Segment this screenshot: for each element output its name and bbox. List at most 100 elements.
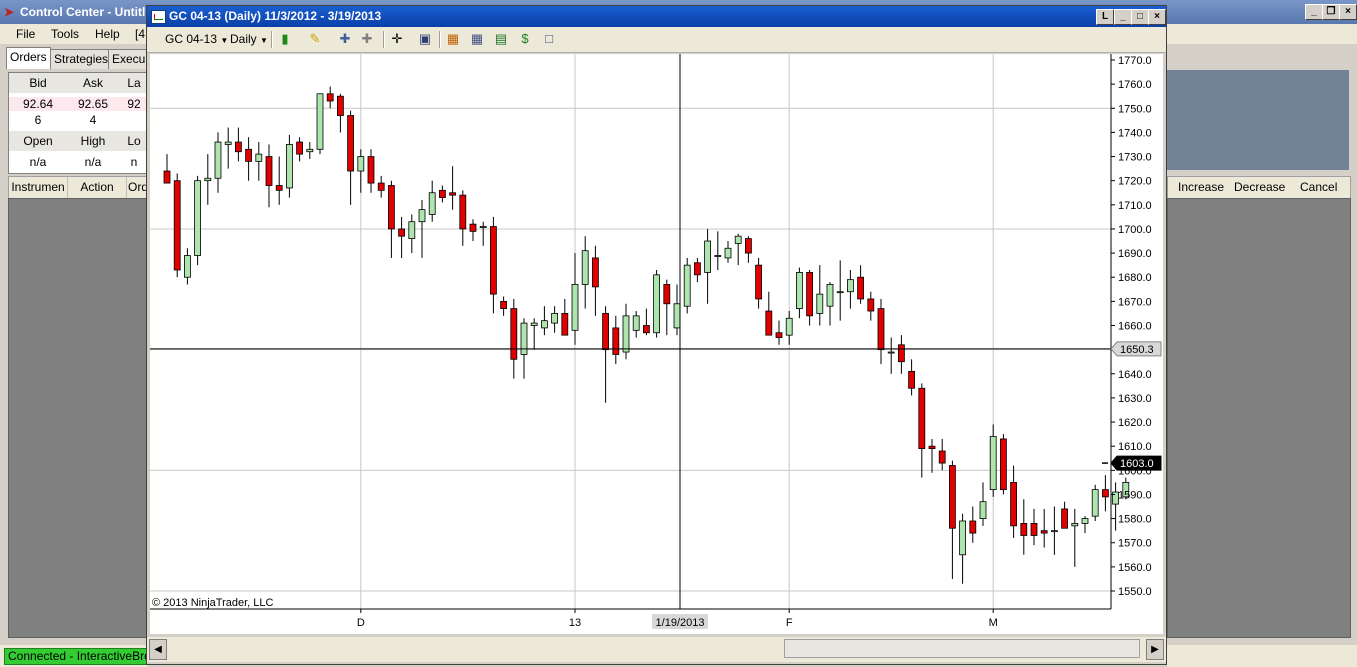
tab-strategies[interactable]: Strategies — [50, 49, 113, 69]
y-tick-label: 1770.0 — [1118, 55, 1152, 67]
scroll-thumb[interactable] — [784, 639, 1140, 658]
scroll-right-icon[interactable]: ▶ — [1146, 639, 1164, 660]
menu-file[interactable]: File — [16, 27, 35, 41]
link-icon[interactable]: L — [1096, 9, 1114, 25]
crosshair-icon[interactable]: ✛ — [389, 31, 405, 47]
menu-workspace[interactable]: [4 — [135, 27, 145, 41]
templates-icon[interactable]: □ — [541, 31, 557, 47]
candle-down — [347, 115, 355, 172]
candle-down — [969, 520, 977, 534]
candle-up — [989, 436, 997, 491]
zoom-out-icon[interactable]: ✚ — [359, 31, 375, 47]
open-header: Open — [9, 131, 67, 151]
menu-help[interactable]: Help — [95, 27, 120, 41]
data-box-icon[interactable]: ▣ — [417, 31, 433, 47]
y-tick-label: 1740.0 — [1118, 127, 1152, 139]
candle-down — [489, 226, 497, 295]
candle-up — [194, 180, 201, 256]
candle-up — [673, 303, 681, 329]
candle-down — [1020, 523, 1028, 536]
restore-icon[interactable]: ❐ — [1322, 4, 1340, 20]
candle-down — [694, 262, 701, 276]
time-axis-area — [150, 609, 1111, 634]
crosshair-date-label: 1/19/2013 — [656, 617, 705, 629]
cancel-button[interactable]: Cancel — [1300, 180, 1337, 194]
period-selector[interactable]: Daily ▼ — [230, 32, 268, 46]
y-tick-label: 1730.0 — [1118, 152, 1152, 164]
col-action[interactable]: Action — [68, 177, 127, 198]
candle-down — [949, 465, 956, 529]
chart-titlebar[interactable]: GC 04-13 (Daily) 11/3/2012 - 3/19/2013 L… — [147, 6, 1166, 27]
candle-down — [367, 156, 375, 184]
y-tick-label: 1750.0 — [1118, 103, 1152, 115]
candle-down — [398, 228, 406, 237]
candle-up — [714, 255, 722, 257]
candle-up — [653, 274, 661, 334]
tab-executions[interactable]: Execu — [108, 49, 150, 69]
chart-toolbar: GC 04-13 ▼ Daily ▼ ▮ ✎ ✚ ✚ ✛ ▣ ▦ ▦ ▤ $ □ — [147, 27, 1166, 53]
candle-down — [898, 344, 905, 363]
maximize-icon[interactable]: □ — [1131, 9, 1149, 25]
chart-properties-icon[interactable]: ▤ — [493, 31, 509, 47]
candle-down — [755, 264, 762, 300]
orders-grid-right[interactable] — [1167, 198, 1351, 638]
decrease-button[interactable]: Decrease — [1234, 180, 1285, 194]
orders-grid-header: Instrumen Action Ord — [8, 176, 150, 199]
orders-grid[interactable] — [8, 198, 150, 638]
indicators-icon[interactable]: ▦ — [445, 31, 461, 47]
close-icon[interactable]: × — [1339, 4, 1357, 20]
candle-down — [745, 238, 752, 254]
y-tick-label: 1760.0 — [1118, 79, 1152, 91]
candle-down — [1000, 438, 1007, 491]
candle-down — [928, 445, 936, 449]
horizontal-scrollbar[interactable]: ◀ ▶ — [147, 637, 1166, 662]
zoom-in-icon[interactable]: ✚ — [337, 31, 353, 47]
scroll-left-icon[interactable]: ◀ — [149, 639, 167, 660]
candle-down — [1010, 481, 1017, 527]
price-chart[interactable]: 1550.01560.01570.01580.01590.01600.01610… — [150, 54, 1163, 634]
candle-up — [836, 291, 844, 294]
quote-panel: Bid Ask La 92.64 92.65 92 6 4 Open High … — [8, 72, 150, 174]
y-tick-label: 1610.0 — [1118, 441, 1152, 453]
minimize-icon[interactable]: _ — [1305, 4, 1323, 20]
minimize-icon[interactable]: _ — [1114, 9, 1132, 25]
toolbar-separator — [271, 31, 273, 48]
candle-up — [520, 322, 528, 355]
candle-down — [469, 223, 477, 232]
candle-down — [296, 141, 304, 155]
drawing-tool-icon[interactable]: ✎ — [307, 31, 323, 47]
toolbar-separator — [439, 31, 441, 48]
tab-orders[interactable]: Orders — [6, 47, 51, 69]
last-header: La — [119, 73, 149, 93]
candle-down — [1040, 530, 1048, 534]
increase-button[interactable]: Increase — [1178, 180, 1224, 194]
orders-actions-header: Increase Decrease Cancel — [1167, 176, 1351, 199]
chart-style-icon[interactable]: ▮ — [277, 31, 293, 47]
candle-down — [602, 313, 610, 351]
chart-trader-icon[interactable]: $ — [517, 31, 533, 47]
open-value: n/a — [29, 155, 47, 169]
menu-tools[interactable]: Tools — [51, 27, 79, 41]
high-value: n/a — [84, 155, 102, 169]
candle-down — [877, 308, 885, 351]
chevron-down-icon: ▼ — [220, 36, 229, 45]
candle-down — [806, 271, 813, 317]
close-icon[interactable]: × — [1148, 9, 1166, 25]
x-tick-label: F — [786, 617, 793, 629]
candle-down — [449, 192, 457, 196]
ask-header: Ask — [67, 73, 119, 93]
candle-up — [540, 320, 548, 329]
candle-down — [1102, 489, 1109, 498]
y-tick-label: 1680.0 — [1118, 272, 1152, 284]
col-instrument[interactable]: Instrumen — [9, 177, 68, 198]
candle-down — [336, 95, 344, 116]
control-center-right-panel — [1167, 70, 1349, 170]
chart-window: GC 04-13 (Daily) 11/3/2012 - 3/19/2013 L… — [146, 5, 1167, 665]
candle-up — [184, 255, 191, 278]
strategies-icon[interactable]: ▦ — [469, 31, 485, 47]
candle-up — [816, 293, 824, 314]
instrument-selector[interactable]: GC 04-13 ▼ — [165, 32, 228, 46]
last-price-label: 1603.0 — [1120, 458, 1154, 470]
plot-area — [150, 54, 1111, 609]
y-tick-label: 1570.0 — [1118, 538, 1152, 550]
